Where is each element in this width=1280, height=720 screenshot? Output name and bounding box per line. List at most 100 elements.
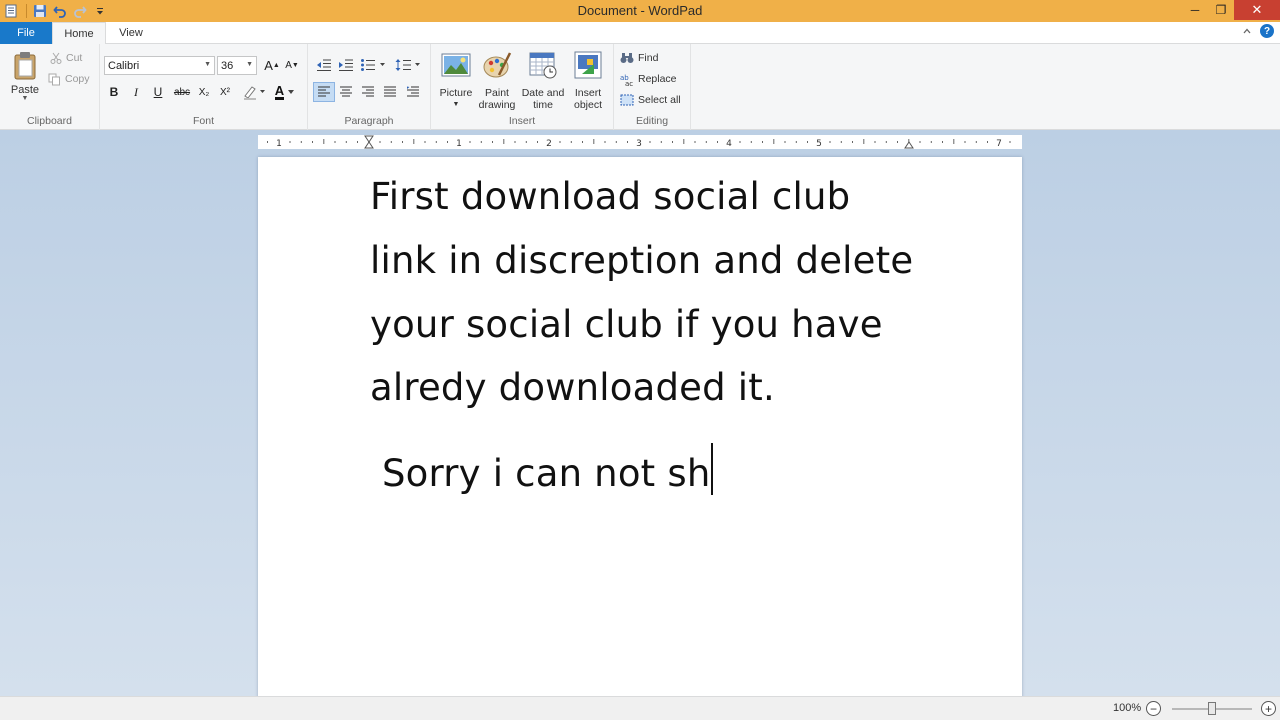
hanging-indent-marker[interactable]	[364, 141, 374, 149]
align-right-icon	[362, 86, 374, 97]
paste-button[interactable]: Paste ▼	[8, 50, 42, 102]
line-spacing-button[interactable]	[394, 55, 422, 75]
italic-button[interactable]: I	[126, 82, 146, 102]
replace-icon: abac	[620, 74, 633, 86]
bullet-list-button[interactable]	[358, 55, 388, 75]
font-family-chevron-down-icon: ▼	[204, 61, 211, 68]
paragraph-settings-icon	[407, 86, 419, 97]
help-icon[interactable]: ?	[1260, 24, 1274, 38]
align-right-button[interactable]	[357, 82, 379, 102]
document-line-current-text: Sorry i can not sh	[370, 452, 711, 495]
document-line-current[interactable]: Sorry i can not sh	[370, 443, 714, 495]
ruler-tick	[897, 141, 898, 143]
justify-icon	[384, 86, 396, 97]
ruler-tick	[885, 141, 887, 143]
paragraph-settings-button[interactable]	[402, 82, 424, 102]
cut-button[interactable]: Cut	[50, 49, 82, 67]
decrease-indent-button[interactable]	[313, 55, 335, 75]
zoom-level-label: 100%	[1113, 702, 1142, 714]
editing-group-label: Editing	[635, 115, 669, 127]
tab-file[interactable]: File	[0, 22, 52, 44]
horizontal-ruler[interactable]: 1 1 2 3 4 5 7	[258, 135, 1022, 149]
customize-qat-chevron-icon[interactable]	[91, 2, 109, 20]
increase-indent-button[interactable]	[335, 55, 357, 75]
zoom-in-button[interactable]: +	[1261, 701, 1276, 716]
document-page[interactable]: First download social club link in discr…	[258, 157, 1022, 696]
grow-font-button[interactable]: A ▲	[262, 55, 282, 75]
select-all-button[interactable]: Select all	[620, 91, 681, 109]
ruler-tick	[582, 141, 583, 143]
text-color-chevron-down-icon	[288, 90, 295, 94]
ruler-tick	[660, 141, 662, 143]
paint-palette-icon	[483, 52, 512, 78]
restore-button[interactable]: ❐	[1208, 0, 1234, 20]
shrink-font-button[interactable]: A ▼	[282, 55, 302, 75]
ruler-tick	[807, 141, 808, 143]
right-indent-marker[interactable]	[904, 141, 914, 149]
zoom-slider-thumb[interactable]	[1208, 702, 1216, 715]
font-size-chevron-down-icon: ▼	[246, 61, 253, 68]
cut-label: Cut	[66, 52, 83, 64]
replace-label: Replace	[638, 73, 677, 85]
picture-dropdown-arrow[interactable]: ▼	[434, 99, 478, 111]
replace-button[interactable]: ab ac Replace	[620, 70, 677, 88]
document-line[interactable]: link in discreption and delete	[370, 239, 913, 282]
window-title: Document - WordPad	[577, 3, 703, 18]
font-group-label: Font	[192, 115, 214, 127]
decrease-indent-icon	[317, 59, 331, 71]
bold-button[interactable]: B	[104, 82, 124, 102]
ruler-tick	[739, 141, 741, 143]
binoculars-icon	[620, 53, 634, 63]
justify-button[interactable]	[379, 82, 401, 102]
minimize-button[interactable]: ─	[1182, 0, 1208, 20]
paint-drawing-button[interactable]: Paint drawing	[475, 50, 519, 111]
insert-object-button[interactable]: Insert object	[566, 50, 610, 111]
save-icon[interactable]	[31, 2, 49, 20]
strikethrough-button[interactable]: abc	[171, 82, 193, 102]
text-color-button[interactable]: A	[270, 82, 300, 102]
superscript-button[interactable]: X²	[215, 82, 235, 102]
ruler-tick	[525, 141, 527, 143]
ruler-tick	[717, 141, 718, 143]
scissors-icon	[50, 52, 62, 64]
calendar-clock-icon	[529, 52, 557, 79]
copy-icon	[48, 73, 60, 85]
tab-view[interactable]: View	[106, 22, 156, 44]
wordpad-app-icon[interactable]	[2, 2, 20, 20]
document-line[interactable]: alredy downloaded it.	[370, 366, 775, 409]
underline-button[interactable]: U	[148, 82, 168, 102]
copy-button[interactable]: Copy	[48, 70, 90, 88]
ruler-tick	[649, 141, 651, 143]
ruler-tick	[863, 139, 865, 144]
picture-button[interactable]: Picture ▼	[434, 50, 478, 111]
highlight-color-button[interactable]	[240, 82, 268, 102]
ruler-tick	[334, 141, 336, 143]
ruler-tick	[345, 141, 347, 143]
ruler-number: 5	[816, 139, 822, 149]
undo-icon[interactable]	[51, 2, 69, 20]
paste-dropdown-arrow[interactable]: ▼	[8, 95, 42, 102]
find-button[interactable]: Find	[620, 49, 658, 67]
select-all-icon	[620, 94, 634, 106]
ruler-tick	[942, 141, 943, 143]
ruler-tick	[503, 139, 505, 144]
ruler-tick	[762, 141, 763, 143]
date-and-time-button[interactable]: Date and time	[521, 50, 565, 111]
document-line[interactable]: First download social club	[370, 175, 850, 218]
document-line[interactable]: your social club if you have	[370, 303, 883, 346]
highlighter-icon	[244, 86, 265, 100]
close-button[interactable]: ✕	[1234, 0, 1280, 20]
font-size-dropdown[interactable]: 36 ▼	[217, 56, 257, 75]
redo-icon[interactable]	[71, 2, 89, 20]
align-center-button[interactable]	[335, 82, 357, 102]
ruler-tick	[795, 141, 797, 143]
tab-home[interactable]: Home	[52, 22, 106, 45]
font-family-dropdown[interactable]: Calibri ▼	[104, 56, 215, 75]
minimize-ribbon-chevron-icon[interactable]	[1242, 26, 1252, 36]
insert-object-label-line1: Insert	[574, 87, 602, 99]
align-left-button[interactable]	[313, 82, 335, 102]
subscript-button[interactable]: X₂	[194, 82, 214, 102]
ruler-tick	[964, 141, 966, 143]
ruler-number: 4	[726, 139, 732, 149]
zoom-out-button[interactable]: −	[1146, 701, 1161, 716]
